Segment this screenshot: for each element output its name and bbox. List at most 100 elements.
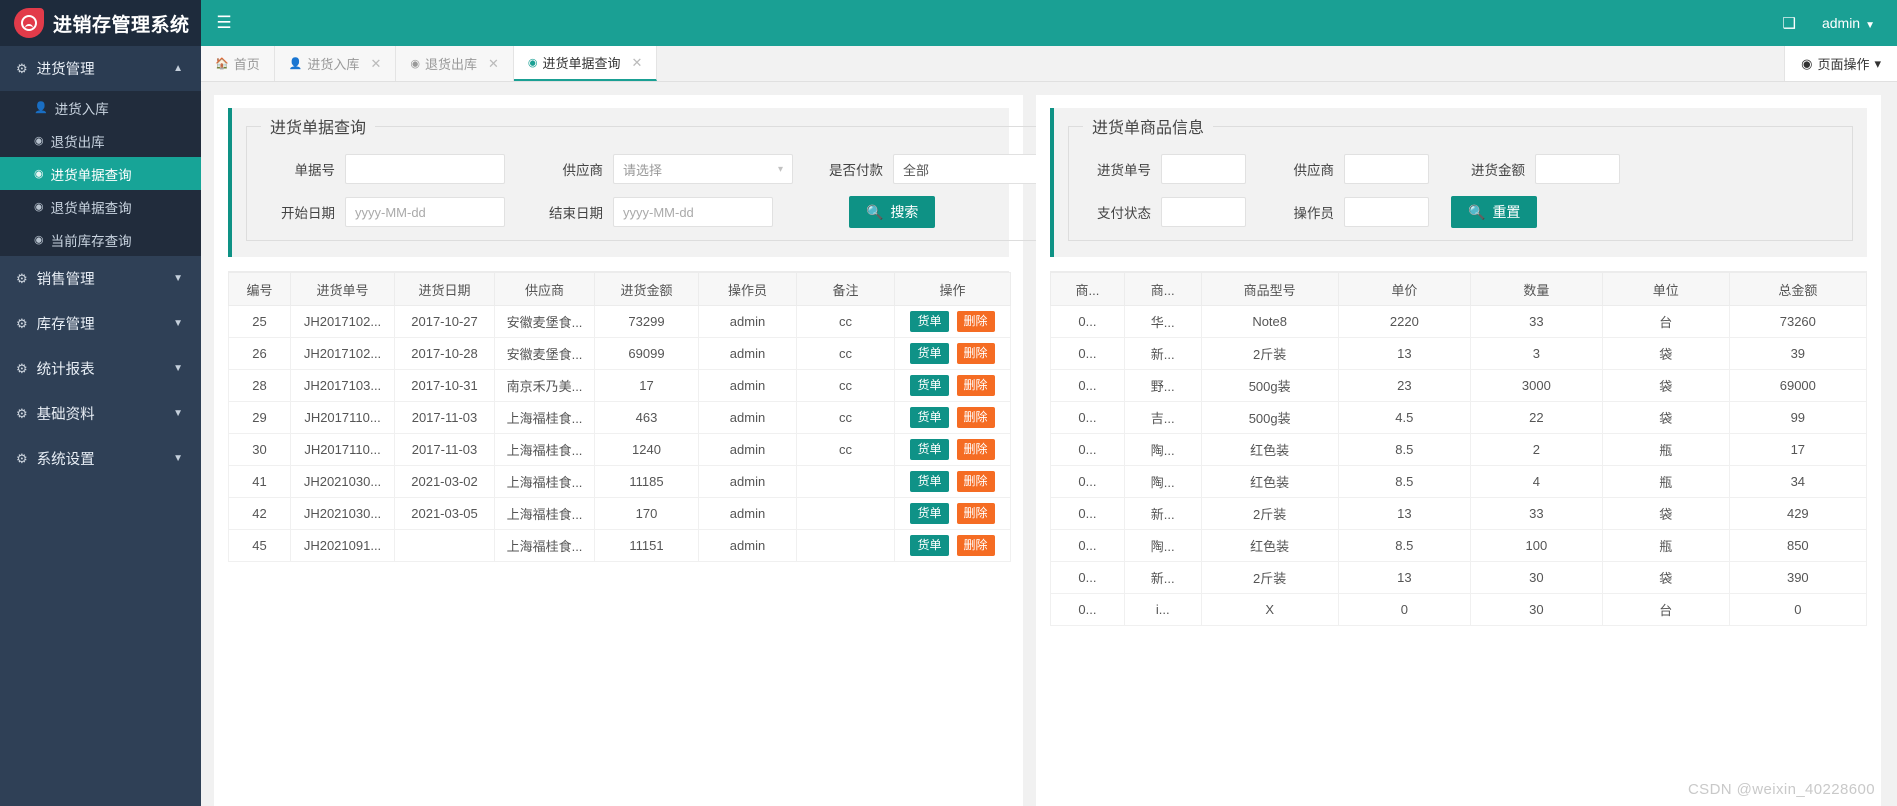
cell-qty: 22 bbox=[1469, 401, 1603, 434]
sidebar-nav: ⚙ 进货管理 ▲ 👤 进货入库 ◉ 退货出库 ◉ 进货单据查询 ◉ 退货单据查询 ◉ 当前库存查询 ⚙ 销售… bbox=[0, 46, 201, 481]
table-row[interactable]: 28 JH2017103... 2017-10-31 南京禾乃美... 17 admin c… bbox=[228, 369, 1011, 402]
cell-id: 26 bbox=[228, 337, 291, 370]
cell-order-no: JH2017110... bbox=[290, 401, 395, 434]
purchase-order-query-panel: 进货单据查询 单据号 供应商 请选择 ▾ 是否付款 全部 开始日期 yyyy-M… bbox=[214, 95, 1088, 806]
fullscreen-icon[interactable]: ❑ bbox=[1783, 14, 1796, 32]
sidebar-group-0[interactable]: ⚙ 进货管理 ▲ bbox=[0, 46, 201, 91]
dashboard-icon: ◉ bbox=[34, 135, 44, 147]
search-button[interactable]: 🔍 搜索 bbox=[849, 196, 936, 228]
delete-button[interactable]: 删除 bbox=[956, 535, 995, 556]
detail-button[interactable]: 货单 bbox=[910, 407, 949, 428]
table-row[interactable]: 0... 陶... 红色装 8.5 4 瓶 34 bbox=[1050, 465, 1868, 498]
sidebar-group-1[interactable]: ⚙ 销售管理 ▼ bbox=[0, 256, 201, 301]
table-row[interactable]: 0... 新... 2斤装 13 3 袋 39 bbox=[1050, 337, 1868, 370]
table-row[interactable]: 30 JH2017110... 2017-11-03 上海福桂食... 1240 admi… bbox=[228, 433, 1011, 466]
col-header-6: 总金额 bbox=[1728, 272, 1868, 306]
cell-c1: 吉... bbox=[1123, 401, 1202, 434]
delete-button[interactable]: 删除 bbox=[956, 439, 995, 460]
cell-operator: admin bbox=[698, 433, 797, 466]
order-no-input[interactable] bbox=[345, 154, 505, 184]
table-row[interactable]: 0... 华... Note8 2220 33 台 73260 bbox=[1050, 305, 1868, 338]
sidebar-item-label: 进货入库 bbox=[54, 101, 109, 117]
col-header-5: 操作员 bbox=[698, 272, 797, 306]
close-icon[interactable]: ✕ bbox=[632, 55, 643, 71]
cell-c0: 0... bbox=[1050, 593, 1125, 626]
cell-supplier: 上海福桂食... bbox=[494, 529, 595, 562]
start-date-input[interactable] bbox=[345, 197, 505, 227]
delete-button[interactable]: 删除 bbox=[956, 407, 995, 428]
tab-1[interactable]: 👤 进货入库 ✕ bbox=[274, 46, 397, 81]
sidebar-item-2[interactable]: ◉ 进货单据查询 bbox=[0, 157, 201, 190]
cell-amount: 17 bbox=[594, 369, 699, 402]
close-icon[interactable]: ✕ bbox=[370, 56, 381, 72]
table-row[interactable]: 0... 新... 2斤装 13 33 袋 429 bbox=[1050, 497, 1868, 530]
delete-button[interactable]: 删除 bbox=[956, 375, 995, 396]
detail-button[interactable]: 货单 bbox=[910, 311, 949, 332]
brand-logo[interactable]: 进销存管理系统 bbox=[0, 0, 201, 46]
tab-0[interactable]: 🏠 首页 bbox=[201, 46, 275, 81]
table-row[interactable]: 0... 吉... 500g装 4.5 22 袋 99 bbox=[1050, 401, 1868, 434]
tab-bar: 🏠 首页 👤 进货入库 ✕ ◉ 退货出库 ✕ ◉ 进货单据查询 ✕ ◉ 页面操作 ▾ bbox=[201, 46, 1897, 82]
table-row[interactable]: 25 JH2017102... 2017-10-27 安徽麦堡食... 73299 adm… bbox=[228, 305, 1011, 338]
user-menu[interactable]: admin ▼ bbox=[1822, 15, 1875, 31]
detail-button[interactable]: 货单 bbox=[910, 535, 949, 556]
item-order-no-input[interactable] bbox=[1161, 154, 1246, 184]
sidebar-group-2[interactable]: ⚙ 库存管理 ▼ bbox=[0, 301, 201, 346]
cell-unit: 袋 bbox=[1601, 369, 1730, 402]
detail-button[interactable]: 货单 bbox=[910, 439, 949, 460]
table-row[interactable]: 0... i... X 0 30 台 0 bbox=[1050, 593, 1868, 626]
table-row[interactable]: 41 JH2021030... 2021-03-02 上海福桂食... 11185 adm… bbox=[228, 465, 1011, 498]
item-supplier-input[interactable] bbox=[1344, 154, 1429, 184]
page-operations-button[interactable]: ◉ 页面操作 ▾ bbox=[1784, 46, 1897, 81]
table-row[interactable]: 0... 新... 2斤装 13 30 袋 390 bbox=[1050, 561, 1868, 594]
table-row[interactable]: 0... 陶... 红色装 8.5 100 瓶 850 bbox=[1050, 529, 1868, 562]
cell-total: 850 bbox=[1728, 529, 1868, 562]
detail-button[interactable]: 货单 bbox=[910, 503, 949, 524]
delete-button[interactable]: 删除 bbox=[956, 503, 995, 524]
cell-actions: 货单 删除 bbox=[894, 337, 1011, 370]
table-row[interactable]: 29 JH2017110... 2017-11-03 上海福桂食... 463 admin… bbox=[228, 401, 1011, 434]
delete-button[interactable]: 删除 bbox=[956, 343, 995, 364]
sidebar-item-label: 退货单据查询 bbox=[50, 200, 132, 216]
sidebar-item-4[interactable]: ◉ 当前库存查询 bbox=[0, 223, 201, 256]
cell-id: 42 bbox=[228, 497, 291, 530]
purchase-items-table: 商... 商... 商品型号 单价 数量 单位 总金额 0... 华... Note8 2220 3… bbox=[1050, 272, 1868, 626]
delete-button[interactable]: 删除 bbox=[956, 471, 995, 492]
table-row[interactable]: 26 JH2017102... 2017-10-28 安徽麦堡食... 69099 adm… bbox=[228, 337, 1011, 370]
close-icon[interactable]: ✕ bbox=[488, 56, 499, 72]
end-date-label: 结束日期 bbox=[549, 206, 603, 221]
tab-2[interactable]: ◉ 退货出库 ✕ bbox=[396, 46, 514, 81]
sidebar-group-5[interactable]: ⚙ 系统设置 ▼ bbox=[0, 436, 201, 481]
item-operator-input[interactable] bbox=[1344, 197, 1429, 227]
detail-button[interactable]: 货单 bbox=[910, 343, 949, 364]
pay-status-input[interactable] bbox=[1161, 197, 1246, 227]
tab-3[interactable]: ◉ 进货单据查询 ✕ bbox=[513, 46, 658, 81]
table-row[interactable]: 45 JH2021091... 上海福桂食... 11151 admin 货单 删除 bbox=[228, 529, 1011, 562]
sidebar-group-3[interactable]: ⚙ 统计报表 ▼ bbox=[0, 346, 201, 391]
purchase-orders-table: 编号 进货单号 进货日期 供应商 进货金额 操作员 备注 操作 25 JH2017102... 2… bbox=[228, 272, 1011, 562]
detail-button[interactable]: 货单 bbox=[910, 471, 949, 492]
items-table-wrap: 商... 商... 商品型号 单价 数量 单位 总金额 0... 华... Note8 2220 3… bbox=[1050, 271, 1868, 626]
table-row[interactable]: 0... 野... 500g装 23 3000 袋 69000 bbox=[1050, 369, 1868, 402]
item-amount-input[interactable] bbox=[1535, 154, 1620, 184]
sidebar-item-1[interactable]: ◉ 退货出库 bbox=[0, 124, 201, 157]
table-row[interactable]: 0... 陶... 红色装 8.5 2 瓶 17 bbox=[1050, 433, 1868, 466]
cell-order-no: JH2021091... bbox=[290, 529, 395, 562]
menu-collapse-icon[interactable]: ☰ bbox=[201, 0, 247, 46]
sidebar-item-3[interactable]: ◉ 退货单据查询 bbox=[0, 190, 201, 223]
end-date-input[interactable] bbox=[613, 197, 773, 227]
cell-c0: 0... bbox=[1050, 433, 1125, 466]
cell-order-no: JH2021030... bbox=[290, 497, 395, 530]
detail-button[interactable]: 货单 bbox=[910, 375, 949, 396]
items-row-2: 支付状态 操作员 🔍 重置 bbox=[1083, 196, 1838, 228]
delete-button[interactable]: 删除 bbox=[956, 311, 995, 332]
cell-supplier: 安徽麦堡食... bbox=[494, 337, 595, 370]
cell-c1: 陶... bbox=[1123, 529, 1202, 562]
reset-button[interactable]: 🔍 重置 bbox=[1451, 196, 1538, 228]
sidebar-item-0[interactable]: 👤 进货入库 bbox=[0, 91, 201, 124]
table-row[interactable]: 42 JH2021030... 2021-03-05 上海福桂食... 170 admin… bbox=[228, 497, 1011, 530]
supplier-select[interactable]: 请选择 ▾ bbox=[613, 154, 793, 184]
chevron-down-icon: ▾ bbox=[1874, 55, 1881, 71]
cell-date: 2017-10-27 bbox=[394, 305, 495, 338]
sidebar-group-4[interactable]: ⚙ 基础资料 ▼ bbox=[0, 391, 201, 436]
